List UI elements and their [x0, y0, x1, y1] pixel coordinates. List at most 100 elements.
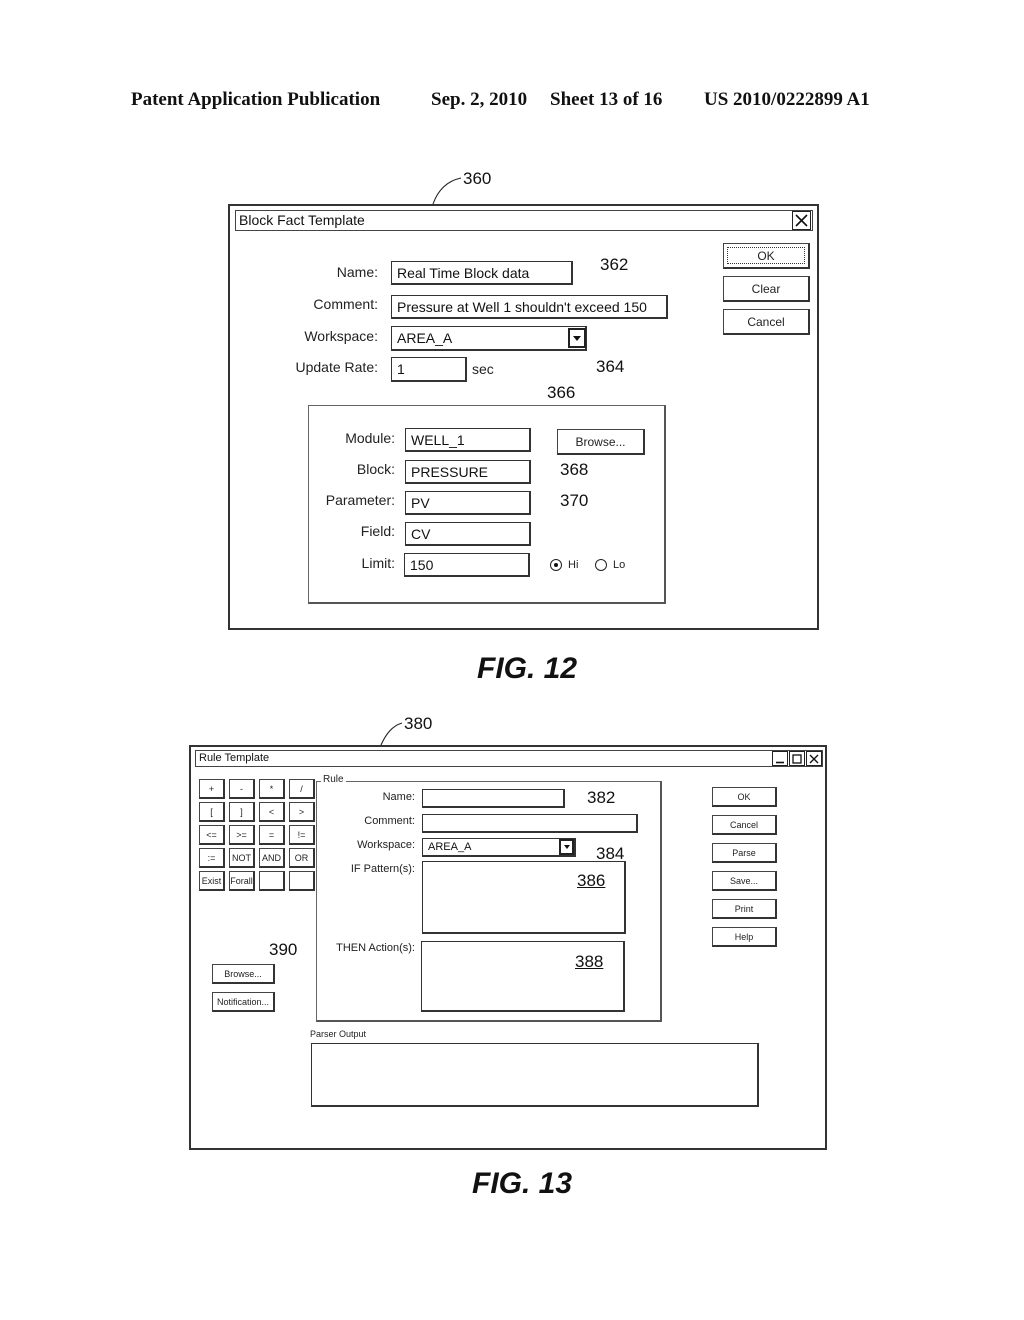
window-title: Block Fact Template [239, 212, 365, 228]
field-label: Field: [360, 523, 395, 539]
save-button[interactable]: Save... [712, 871, 777, 891]
figure-13-caption: FIG. 13 [472, 1167, 573, 1200]
limit-label: Limit: [361, 555, 395, 571]
chevron-down-icon [573, 335, 581, 341]
ref-384: 384 [596, 844, 625, 863]
keypad-key[interactable]: / [289, 779, 315, 799]
publication-date: Sep. 2, 2010 [431, 89, 528, 110]
ref-388: 388 [575, 952, 604, 971]
parameter-input[interactable]: PV [405, 491, 531, 515]
title-bar[interactable]: Rule Template [195, 750, 823, 767]
help-button[interactable]: Help [712, 927, 777, 947]
window-title: Rule Template [199, 752, 270, 764]
sheet-number: Sheet 13 of 16 [550, 89, 663, 110]
limit-input[interactable]: 150 [404, 553, 530, 577]
name-label: Name: [382, 791, 415, 803]
cancel-button[interactable]: Cancel [712, 815, 777, 835]
keypad-key[interactable]: [ [199, 802, 225, 822]
name-input[interactable] [422, 789, 565, 808]
module-label: Module: [345, 430, 395, 446]
title-bar[interactable]: Block Fact Template [235, 210, 813, 231]
figure-12-caption: FIG. 12 [477, 652, 578, 685]
patent-number: US 2010/0222899 A1 [704, 89, 870, 110]
ok-button[interactable]: OK [723, 243, 810, 269]
close-button[interactable] [792, 211, 811, 230]
focus-indicator [727, 247, 805, 264]
update-rate-label: Update Rate: [295, 359, 379, 375]
parser-output-label: Parser Output [310, 1029, 367, 1039]
ref-370: 370 [560, 491, 589, 510]
keypad-key[interactable]: < [259, 802, 285, 822]
keypad-key[interactable]: NOT [229, 848, 255, 868]
ok-button[interactable]: OK [712, 787, 777, 807]
workspace-label: Workspace: [304, 328, 378, 344]
rule-legend: Rule [321, 774, 346, 785]
workspace-select[interactable]: AREA_A [391, 326, 587, 351]
ref-362: 362 [600, 255, 629, 274]
keypad-key[interactable]: > [289, 802, 315, 822]
parse-button[interactable]: Parse [712, 843, 777, 863]
ref-386: 386 [577, 871, 606, 890]
ref-366: 366 [547, 383, 576, 402]
parameter-label: Parameter: [325, 492, 395, 508]
workspace-dropdown-button[interactable] [568, 328, 586, 348]
ref-364: 364 [596, 357, 625, 376]
parser-output-area[interactable] [311, 1043, 759, 1107]
name-input[interactable]: Real Time Block data [391, 261, 573, 285]
block-fact-template-window: Block Fact Template Name: Real Time Bloc… [228, 204, 819, 630]
keypad-key[interactable]: Forall [229, 871, 255, 891]
keypad-key[interactable]: = [259, 825, 285, 845]
comment-input[interactable] [422, 814, 638, 833]
keypad-key[interactable]: <= [199, 825, 225, 845]
ref-390: 390 [269, 940, 298, 959]
comment-input[interactable]: Pressure at Well 1 shouldn't exceed 150 [391, 295, 668, 319]
comment-label: Comment: [313, 296, 378, 312]
ref-380: 380 [404, 714, 433, 733]
cancel-button[interactable]: Cancel [723, 309, 810, 335]
keypad-key[interactable] [259, 871, 285, 891]
keypad-key[interactable] [289, 871, 315, 891]
update-rate-input[interactable]: 1 [391, 357, 467, 382]
keypad-key[interactable]: + [199, 779, 225, 799]
keypad-key[interactable]: AND [259, 848, 285, 868]
keypad-key[interactable]: >= [229, 825, 255, 845]
keypad-key[interactable]: Exist [199, 871, 225, 891]
browse-button[interactable]: Browse... [557, 429, 645, 455]
ref-368: 368 [560, 460, 589, 479]
block-parameters-group: Module: WELL_1 Browse... Block: PRESSURE… [308, 405, 666, 604]
minimize-button[interactable] [772, 751, 788, 766]
block-input[interactable]: PRESSURE [405, 460, 531, 484]
radio-hi-label: Hi [568, 559, 579, 571]
minimize-icon [776, 761, 784, 763]
keypad-key[interactable]: OR [289, 848, 315, 868]
print-button[interactable]: Print [712, 899, 777, 919]
then-action-label: THEN Action(s): [336, 942, 415, 954]
keypad-key[interactable]: * [259, 779, 285, 799]
maximize-button[interactable] [789, 751, 805, 766]
name-label: Name: [336, 264, 378, 280]
keypad-key[interactable]: := [199, 848, 225, 868]
field-input[interactable]: CV [405, 522, 531, 546]
close-icon [795, 214, 808, 227]
workspace-label: Workspace: [357, 839, 415, 851]
browse-button[interactable]: Browse... [212, 964, 275, 984]
radio-lo[interactable] [595, 559, 607, 571]
comment-label: Comment: [364, 815, 415, 827]
clear-button[interactable]: Clear [723, 276, 810, 302]
keypad-key[interactable]: ] [229, 802, 255, 822]
radio-hi[interactable] [550, 559, 562, 571]
keypad-key[interactable]: != [289, 825, 315, 845]
chevron-down-icon [563, 845, 570, 849]
update-rate-unit: sec [472, 361, 494, 377]
workspace-select[interactable]: AREA_A [422, 838, 576, 857]
ref-382: 382 [587, 788, 616, 807]
rule-group: Rule Name: Comment: Workspace: AREA_A IF… [316, 774, 662, 1022]
close-icon [809, 754, 819, 763]
close-button[interactable] [806, 751, 822, 766]
module-input[interactable]: WELL_1 [405, 428, 531, 452]
workspace-dropdown-button[interactable] [559, 839, 574, 855]
keypad-key[interactable]: - [229, 779, 255, 799]
maximize-icon [792, 753, 802, 764]
notification-button[interactable]: Notification... [212, 992, 275, 1012]
ref-360: 360 [463, 169, 492, 188]
